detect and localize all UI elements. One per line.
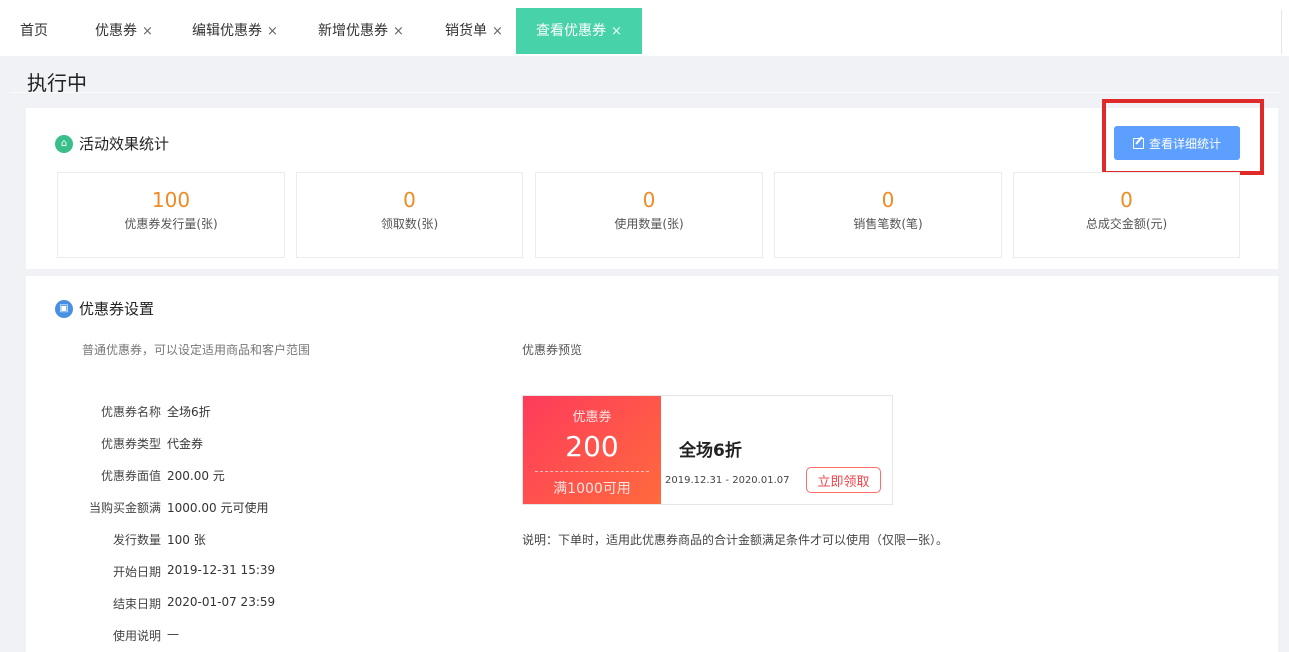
field-row: 结束日期 2020-01-07 23:59 <box>31 595 275 612</box>
tab-sales-order[interactable]: 销货单 × <box>445 8 503 54</box>
field-row: 使用说明 — <box>31 627 179 644</box>
field-key: 结束日期 <box>112 597 161 611</box>
close-icon[interactable]: × <box>611 24 622 39</box>
field-value: 全场6折 <box>167 405 211 419</box>
coupon-condition: 满1000可用 <box>553 481 631 497</box>
field-row: 开始日期 2019-12-31 15:39 <box>31 563 275 580</box>
highlight-box <box>1102 99 1264 175</box>
field-key: 优惠券类型 <box>100 437 161 451</box>
tab-label: 首页 <box>20 23 48 39</box>
coupon-preview: 优惠券 200 满1000可用 全场6折 2019.12.31 - 2020.0… <box>519 395 893 505</box>
field-value: 2020-01-07 23:59 <box>167 595 276 609</box>
field-value: 100 张 <box>167 533 206 547</box>
field-key: 当购买金额满 <box>88 501 161 515</box>
tab-coupons[interactable]: 优惠券 × <box>95 8 153 54</box>
field-key: 开始日期 <box>112 565 161 579</box>
stat-label: 优惠券发行量(张) <box>124 217 218 231</box>
stat-label: 领取数(张) <box>380 217 439 231</box>
stat-card: 0 销售笔数(笔) <box>774 172 1002 258</box>
field-value: 代金券 <box>167 437 204 451</box>
stat-card: 0 领取数(张) <box>296 172 523 258</box>
divider <box>1281 10 1282 54</box>
stat-card: 0 总成交金额(元) <box>1013 172 1240 258</box>
field-key: 发行数量 <box>112 533 161 547</box>
claim-button[interactable]: 立即领取 <box>806 467 881 493</box>
close-icon[interactable]: × <box>492 24 503 39</box>
coupon-tag: 优惠券 <box>572 410 612 425</box>
tab-edit-coupon[interactable]: 编辑优惠券 × <box>192 8 278 54</box>
field-value: 200.00 元 <box>167 469 225 483</box>
stat-value: 0 <box>1120 188 1133 212</box>
stat-value: 0 <box>881 188 895 212</box>
coupon-description: 普通优惠券，可以设定适用商品和客户范围 <box>82 343 311 357</box>
section-title: 优惠券设置 <box>79 300 155 318</box>
field-key: 优惠券名称 <box>100 405 161 419</box>
coupon-amount: 200 <box>565 430 619 463</box>
preview-label: 优惠券预览 <box>522 343 583 357</box>
tab-label: 编辑优惠券 <box>192 23 262 39</box>
field-row: 发行数量 100 张 <box>31 531 206 548</box>
stat-label: 销售笔数(笔) <box>853 217 923 231</box>
tab-label: 销货单 <box>445 23 487 39</box>
coupon-name: 全场6折 <box>679 441 742 461</box>
tab-home[interactable]: 首页 <box>20 8 48 54</box>
field-value: 1000.00 元可使用 <box>167 501 269 515</box>
field-row: 优惠券面值 200.00 元 <box>31 467 225 484</box>
tab-label: 优惠券 <box>95 23 137 39</box>
field-value: 2019-12-31 15:39 <box>167 563 276 577</box>
field-row: 当购买金额满 1000.00 元可使用 <box>31 499 268 516</box>
settings-section-header: ▣ 优惠券设置 <box>55 298 154 319</box>
tab-view-coupon[interactable]: 查看优惠券 × <box>516 8 642 54</box>
field-row: 优惠券名称 全场6折 <box>31 403 211 420</box>
field-key: 优惠券面值 <box>100 469 161 483</box>
close-icon[interactable]: × <box>393 24 404 39</box>
stats-section-header: ⌂ 活动效果统计 <box>55 133 169 154</box>
tab-bar: 首页 优惠券 × 编辑优惠券 × 新增优惠券 × 销货单 × 查看优惠券 × <box>0 0 1289 56</box>
field-value: — <box>167 627 179 641</box>
stat-value: 0 <box>403 188 416 212</box>
stat-value: 0 <box>642 188 656 212</box>
close-icon[interactable]: × <box>142 24 153 39</box>
stat-value: 100 <box>151 188 191 212</box>
tab-label: 新增优惠券 <box>318 23 388 39</box>
close-icon[interactable]: × <box>267 24 278 39</box>
coupon-value-panel: 优惠券 200 满1000可用 <box>519 396 661 504</box>
stat-card: 0 使用数量(张) <box>535 172 763 258</box>
coupon-icon: ▣ <box>55 299 73 318</box>
field-key: 使用说明 <box>112 629 161 643</box>
usage-note: 说明：下单时，适用此优惠券商品的合计金额满足条件才可以使用（仅限一张）。 <box>522 533 949 547</box>
divider <box>10 92 1280 93</box>
tab-new-coupon[interactable]: 新增优惠券 × <box>318 8 404 54</box>
tab-label: 查看优惠券 <box>536 23 606 39</box>
section-title: 活动效果统计 <box>79 135 170 153</box>
coupon-edge <box>519 396 527 504</box>
divider <box>535 471 649 472</box>
field-row: 优惠券类型 代金券 <box>31 435 203 452</box>
stat-card: 100 优惠券发行量(张) <box>57 172 285 258</box>
coupon-date-range: 2019.12.31 - 2020.01.07 <box>665 475 790 486</box>
stat-label: 使用数量(张) <box>614 217 684 231</box>
stat-label: 总成交金额(元) <box>1085 217 1168 231</box>
home-icon: ⌂ <box>55 134 73 153</box>
